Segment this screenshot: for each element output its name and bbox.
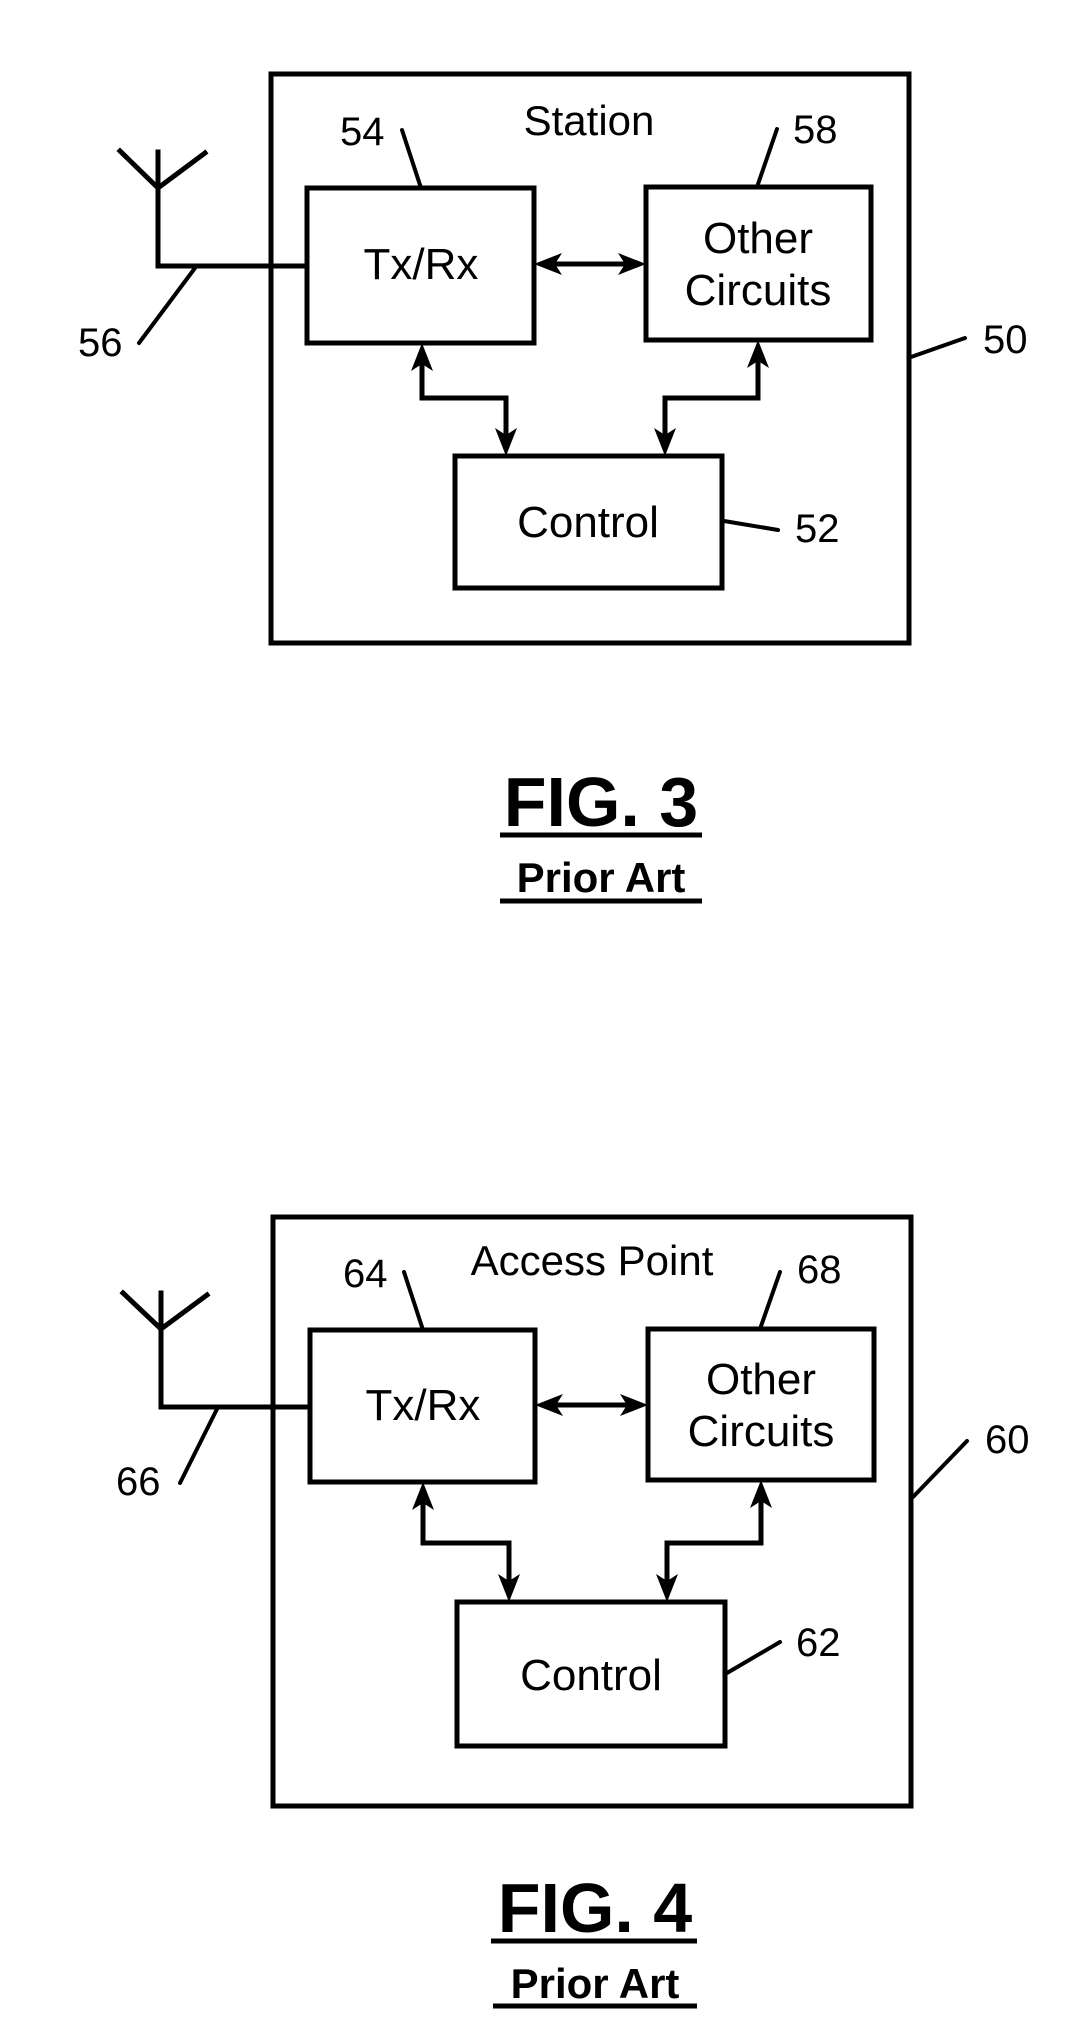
- ref-68-label: 68: [797, 1248, 842, 1292]
- ref-62-label: 62: [796, 1621, 841, 1665]
- ref-66-leader: [178, 1407, 219, 1485]
- ref-60-label: 60: [985, 1418, 1030, 1462]
- control-label: Control: [520, 1651, 662, 1700]
- control-label: Control: [517, 498, 659, 547]
- other-circuits-block: [645, 1326, 877, 1483]
- ref-56-label: 56: [78, 321, 123, 365]
- ref-52-label: 52: [795, 507, 840, 551]
- ref-50-leader: [909, 336, 967, 359]
- figure-3-subcaption: Prior Art: [517, 854, 686, 901]
- figure-3: Station 50 56 Tx/Rx 54 Other Circuits 58: [78, 71, 1028, 904]
- patent-drawing-sheet: Station 50 56 Tx/Rx 54 Other Circuits 58: [78, 71, 1030, 2009]
- other-circuits-label-line2: Circuits: [688, 1407, 835, 1456]
- other-circuits-block: [643, 184, 874, 343]
- other-circuits-label-line1: Other: [706, 1355, 816, 1404]
- txrx-label: Tx/Rx: [364, 240, 479, 289]
- other-circuits-label-line2: Circuits: [685, 266, 832, 315]
- ref-56-leader: [137, 266, 197, 345]
- ref-60-leader: [911, 1439, 969, 1499]
- other-circuits-label-line1: Other: [703, 214, 813, 263]
- figure-3-caption: FIG. 3: [504, 763, 698, 841]
- figure-4-caption: FIG. 4: [498, 1869, 693, 1947]
- ref-58-label: 58: [793, 108, 838, 152]
- ref-64-label: 64: [343, 1252, 388, 1296]
- ref-66-label: 66: [116, 1460, 161, 1504]
- station-title: Station: [524, 97, 655, 144]
- ref-50-label: 50: [983, 318, 1028, 362]
- txrx-label: Tx/Rx: [366, 1381, 481, 1430]
- figure-4: Access Point 60 66 Tx/Rx 64 Other Circui…: [116, 1214, 1030, 2009]
- ref-54-label: 54: [340, 110, 385, 154]
- access-point-title: Access Point: [471, 1237, 714, 1284]
- figure-4-subcaption: Prior Art: [511, 1960, 680, 2007]
